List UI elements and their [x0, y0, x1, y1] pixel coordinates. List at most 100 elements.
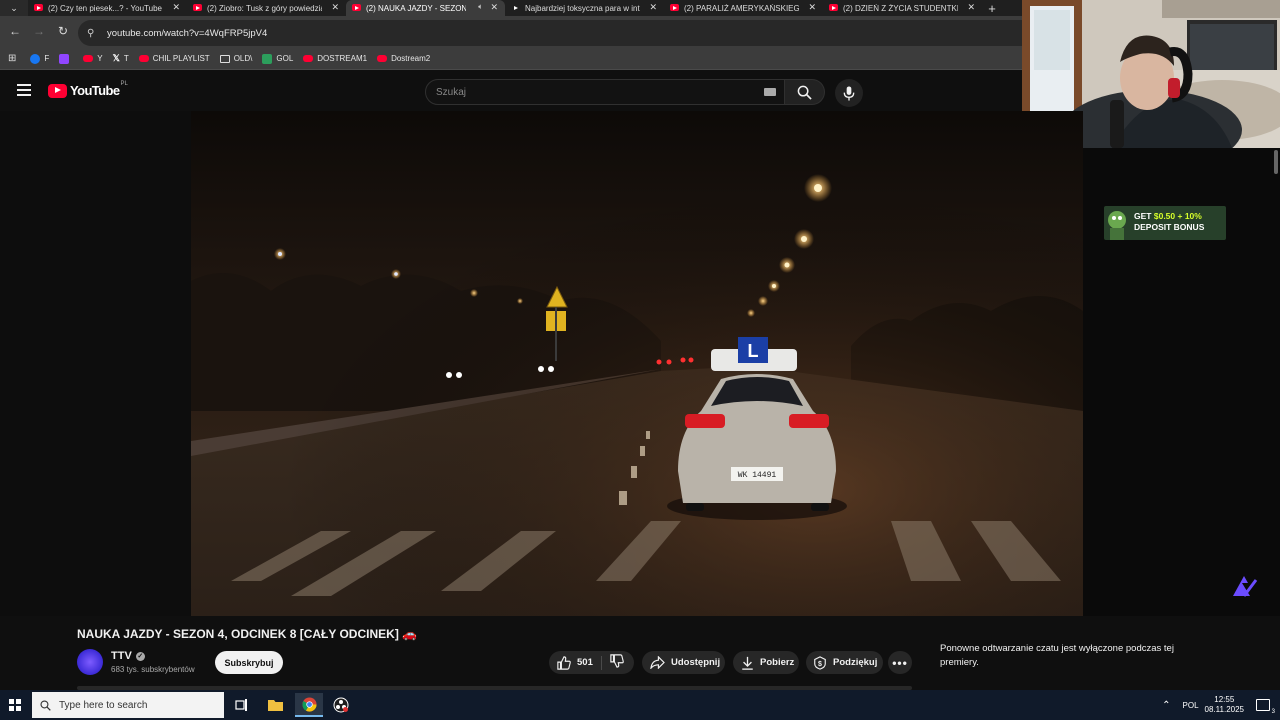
- ad-text: GET $0.50 + 10% DEPOSIT BONUS: [1134, 211, 1204, 233]
- youtube-favicon-icon: [193, 4, 202, 11]
- notification-count: 3: [1271, 709, 1275, 715]
- share-arrow-icon: [650, 656, 665, 669]
- download-button[interactable]: Pobierz: [733, 651, 799, 674]
- browser-tab[interactable]: (2) Czy ten piesek...? - YouTube ✕: [28, 0, 187, 16]
- search-input[interactable]: Szukaj: [425, 79, 785, 105]
- bookmark-item[interactable]: [59, 53, 73, 64]
- deposit-bonus-ad[interactable]: GET $0.50 + 10% DEPOSIT BONUS: [1104, 206, 1226, 240]
- ad-highlight: $0.50 + 10%: [1153, 211, 1202, 221]
- thumbs-down-icon: [610, 654, 624, 668]
- bookmark-label: Y: [97, 54, 103, 63]
- tab-close-icon[interactable]: ✕: [967, 2, 975, 13]
- bookmark-item[interactable]: F: [30, 53, 50, 64]
- search-placeholder: Szukaj: [436, 86, 467, 98]
- bookmark-item[interactable]: Dostream2: [377, 54, 430, 63]
- bookmark-label: OLD\: [233, 54, 253, 63]
- youtube-favicon-icon: [352, 4, 361, 11]
- bookmark-folder[interactable]: OLD\: [219, 54, 253, 63]
- twitch-icon: [59, 53, 70, 64]
- windows-start-icon[interactable]: [9, 699, 21, 711]
- bookmark-label: F: [44, 54, 50, 63]
- notification-center-icon[interactable]: 3: [1256, 699, 1275, 715]
- dislike-button[interactable]: [610, 654, 630, 671]
- x-icon: 𝕏: [112, 53, 120, 63]
- channel-watermark-icon[interactable]: [1230, 570, 1260, 600]
- tab-title: (2) PARALIŻ AMERYKAŃSKIEGO: [684, 3, 799, 13]
- share-button[interactable]: Udostępnij: [642, 651, 725, 674]
- menu-hamburger-icon[interactable]: [17, 84, 31, 96]
- address-url[interactable]: youtube.com/watch?v=4WqFRP5jpV4: [107, 28, 267, 39]
- subscribe-button[interactable]: Subskrybuj: [215, 651, 283, 674]
- video-frame: WK 14491 L: [191, 111, 1083, 616]
- gol-icon: [262, 53, 273, 64]
- speaker-icon[interactable]: 🔈︎: [478, 2, 483, 12]
- search-icon: [40, 699, 51, 711]
- like-dislike-group: 501: [549, 651, 634, 674]
- folder-icon: [219, 54, 230, 63]
- taskbar-clock[interactable]: 12:55 08.11.2025: [1205, 695, 1244, 715]
- bookmark-label: DOSTREAM1: [317, 54, 368, 63]
- file-explorer-icon[interactable]: [261, 693, 289, 717]
- like-button[interactable]: 501: [557, 655, 593, 670]
- youtube-icon: [303, 55, 314, 62]
- channel-name[interactable]: TTV: [111, 650, 132, 662]
- youtube-icon: [138, 55, 149, 62]
- obs-studio-icon[interactable]: [327, 693, 355, 717]
- download-label: Pobierz: [760, 657, 795, 668]
- channel-name-row[interactable]: TTV ✓: [111, 650, 145, 662]
- learner-sign: L: [748, 341, 759, 361]
- browser-tab[interactable]: Najbardziej toksyczna para w internecie …: [505, 0, 664, 16]
- more-actions-button[interactable]: •••: [888, 651, 912, 674]
- windows-taskbar: Type here to search ⌃ POL 12:55 08.11.20…: [0, 690, 1280, 720]
- system-tray: ⌃ POL 12:55 08.11.2025 3: [1162, 690, 1280, 720]
- video-title: NAUKA JAZDY - SEZON 4, ODCINEK 8 [CAŁY O…: [77, 627, 418, 641]
- bookmarks-bar: ⊞ F Y 𝕏 T CHIL PLAYLIST OLD\ GOL DOSTREA…: [0, 48, 1022, 70]
- tab-close-icon[interactable]: ✕: [172, 2, 180, 13]
- search-button[interactable]: [785, 79, 825, 105]
- browser-tab-active[interactable]: (2) NAUKA JAZDY - SEZON 4 🔈︎ ✕: [346, 0, 505, 16]
- taskbar-search-placeholder: Type here to search: [59, 699, 148, 711]
- ad-line1: GET: [1134, 211, 1152, 221]
- back-arrow-icon[interactable]: ←: [7, 24, 23, 38]
- bookmark-label: GOL: [276, 54, 294, 63]
- clock-time: 12:55: [1214, 695, 1235, 704]
- page-scrollbar[interactable]: [1274, 150, 1278, 174]
- voice-search-button[interactable]: [835, 79, 863, 107]
- bookmark-item[interactable]: CHIL PLAYLIST: [138, 54, 210, 63]
- site-info-icon[interactable]: ⚲: [87, 28, 99, 39]
- like-count: 501: [577, 657, 593, 668]
- channel-avatar[interactable]: [77, 649, 103, 675]
- tab-close-icon[interactable]: ✕: [490, 2, 498, 13]
- tab-close-icon[interactable]: ✕: [649, 2, 657, 13]
- chrome-icon[interactable]: [295, 693, 323, 717]
- tab-close-icon[interactable]: ✕: [331, 2, 339, 13]
- bookmark-item[interactable]: Y: [83, 54, 103, 63]
- reload-icon[interactable]: ↻: [55, 24, 71, 38]
- chat-replay-disabled-message: Ponowne odtwarzanie czatu jest wyłączone…: [940, 643, 1174, 668]
- new-tab-plus-icon[interactable]: +: [982, 1, 1002, 16]
- address-bar[interactable]: ⚲ youtube.com/watch?v=4WqFRP5jpV4: [78, 20, 1022, 46]
- youtube-logo[interactable]: YouTube PL: [48, 81, 128, 98]
- bookmark-item[interactable]: 𝕏 T: [113, 53, 129, 64]
- input-language[interactable]: POL: [1183, 701, 1199, 710]
- video-player[interactable]: WK 14491 L: [191, 111, 1083, 616]
- apps-grid-icon[interactable]: ⊞: [8, 53, 20, 64]
- subscriber-count: 683 tys. subskrybentów: [111, 665, 195, 674]
- browser-tab[interactable]: (2) Ziobro: Tusk z góry powiedział ✕: [187, 0, 346, 16]
- task-view-icon[interactable]: [227, 693, 255, 717]
- browser-tab[interactable]: (2) DZIEŃ Z ŻYCIA STUDENTKI ✕: [823, 0, 982, 16]
- bookmark-label: CHIL PLAYLIST: [152, 54, 210, 63]
- share-label: Udostępnij: [671, 657, 721, 668]
- taskbar-search-input[interactable]: Type here to search: [32, 692, 224, 718]
- forward-arrow-icon[interactable]: →: [31, 24, 47, 38]
- thanks-button[interactable]: $ Podziękuj: [806, 651, 883, 674]
- browser-tab[interactable]: (2) PARALIŻ AMERYKAŃSKIEGO ✕: [664, 0, 823, 16]
- tray-overflow-chevron-icon[interactable]: ⌃: [1162, 700, 1170, 711]
- tab-close-icon[interactable]: ✕: [808, 2, 816, 13]
- keyboard-icon[interactable]: [764, 88, 776, 96]
- tab-title: (2) NAUKA JAZDY - SEZON 4: [366, 3, 466, 13]
- bookmark-item[interactable]: GOL: [262, 53, 294, 64]
- search-icon: [797, 85, 812, 100]
- tab-search-chevron-icon[interactable]: ⌄: [0, 0, 28, 16]
- bookmark-item[interactable]: DOSTREAM1: [303, 54, 367, 63]
